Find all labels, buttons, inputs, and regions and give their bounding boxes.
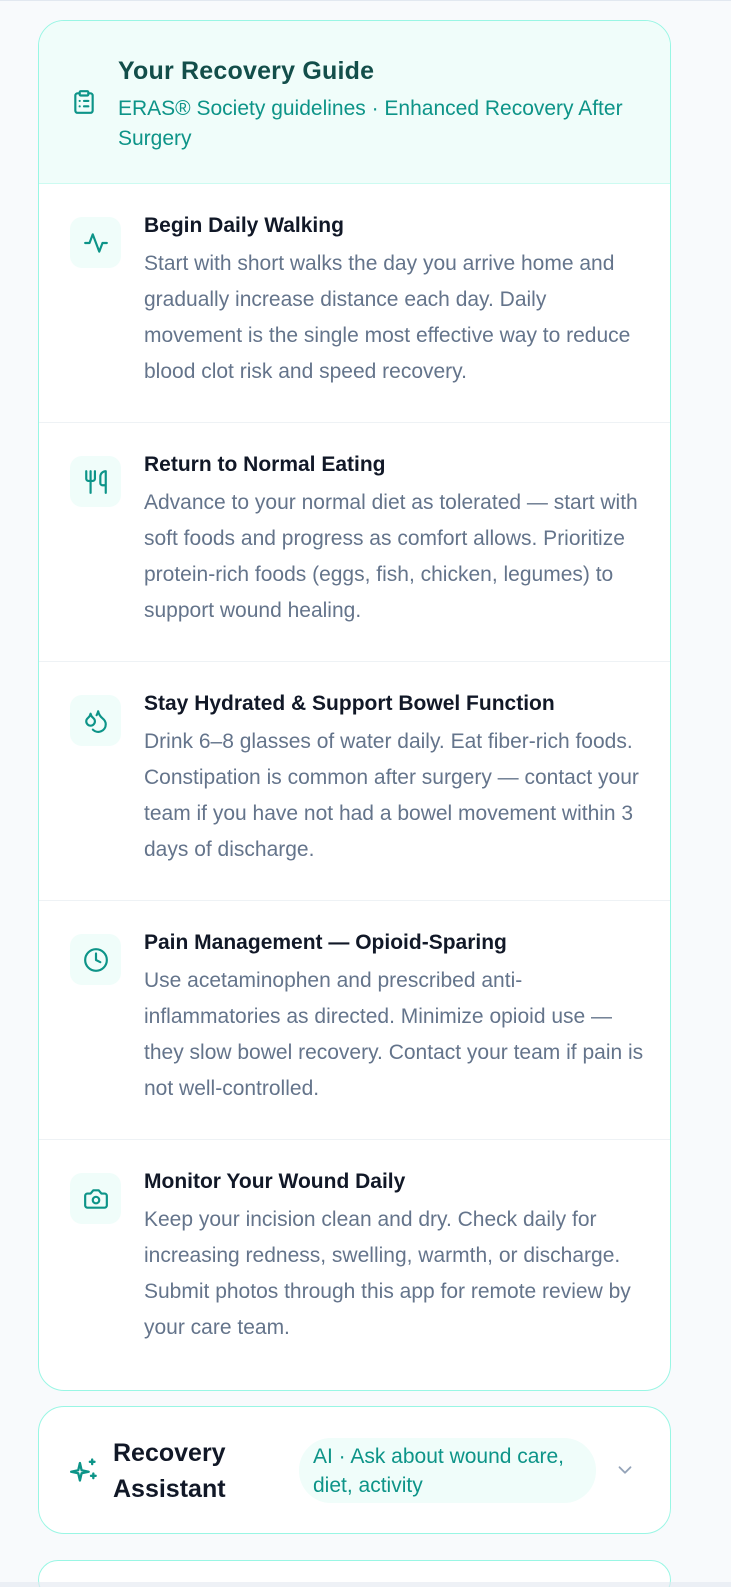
recovery-guide-card: Your Recovery Guide ERAS® Society guidel… <box>38 20 671 1391</box>
item-title: Pain Management — Opioid-Sparing <box>144 931 507 954</box>
assistant-badge: AI · Ask about wound care, diet, activit… <box>299 1438 596 1503</box>
chevron-down-icon[interactable] <box>614 1459 636 1481</box>
item-body: Use acetaminophen and prescribed anti-in… <box>144 969 644 1100</box>
item-title: Begin Daily Walking <box>144 214 344 237</box>
guide-title: Your Recovery Guide <box>118 57 375 85</box>
item-icon-box <box>70 1173 121 1224</box>
activity-pulse-icon <box>83 232 108 253</box>
item-title: Return to Normal Eating <box>144 453 386 476</box>
clipboard-icon <box>74 90 94 114</box>
item-icon-box <box>70 695 121 746</box>
item-body: Keep your incision clean and dry. Check … <box>144 1208 631 1339</box>
bottom-divider <box>0 1582 731 1587</box>
recovery-assistant-toggle[interactable]: Recovery Assistant AI · Ask about wound … <box>38 1406 671 1534</box>
guide-item-wound: Monitor Your Wound Daily Keep your incis… <box>39 1140 670 1379</box>
guide-subtitle: ERAS® Society guidelines · Enhanced Reco… <box>118 97 623 150</box>
guide-item-eating: Return to Normal Eating Advance to your … <box>39 423 670 662</box>
guide-item-walking: Begin Daily Walking Start with short wal… <box>39 184 670 423</box>
droplets-icon <box>84 709 107 733</box>
item-icon-box <box>70 934 121 985</box>
guide-item-hydration: Stay Hydrated & Support Bowel Function D… <box>39 662 670 901</box>
item-body: Advance to your normal diet as tolerated… <box>144 491 638 622</box>
utensils-icon <box>84 469 107 494</box>
clock-icon <box>83 947 108 972</box>
top-divider <box>0 0 731 1</box>
guide-item-pain: Pain Management — Opioid-Sparing Use ace… <box>39 901 670 1140</box>
assistant-title: Recovery Assistant <box>113 1439 226 1503</box>
camera-icon <box>83 1188 108 1209</box>
item-body: Start with short walks the day you arriv… <box>144 252 631 383</box>
item-title: Stay Hydrated & Support Bowel Function <box>144 692 555 715</box>
item-icon-box <box>70 456 121 507</box>
item-body: Drink 6–8 glasses of water daily. Eat fi… <box>144 730 639 861</box>
item-icon-box <box>70 217 121 268</box>
item-title: Monitor Your Wound Daily <box>144 1170 406 1193</box>
guide-header: Your Recovery Guide ERAS® Society guidel… <box>39 21 670 184</box>
sparkles-icon <box>70 1458 97 1482</box>
